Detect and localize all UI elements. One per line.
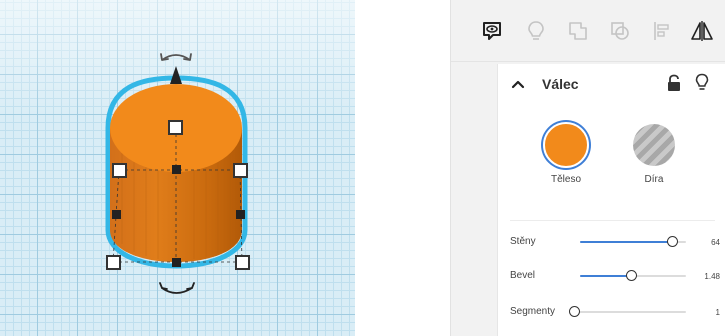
slider-track	[574, 311, 686, 313]
chevron-up-icon[interactable]	[510, 76, 526, 92]
walls-label: Stěny	[510, 236, 536, 247]
side-handle-right[interactable]	[236, 210, 245, 219]
slider-fill	[580, 275, 631, 277]
solid-color-swatch[interactable]	[543, 122, 589, 168]
walls-slider[interactable]	[580, 235, 686, 249]
ungroup-icon[interactable]	[607, 18, 633, 44]
bevel-value[interactable]: 1.48	[698, 272, 720, 281]
toolbar	[451, 0, 725, 62]
scale-handle-bottom-right[interactable]	[235, 255, 250, 270]
height-handle-center[interactable]	[172, 165, 181, 174]
gutter	[355, 0, 450, 336]
bevel-slider[interactable]	[580, 269, 686, 283]
align-icon[interactable]	[649, 18, 675, 44]
bottom-handle-center[interactable]	[172, 258, 181, 267]
walls-value[interactable]: 64	[698, 238, 720, 247]
scale-handle-bottom-left[interactable]	[106, 255, 121, 270]
segments-slider[interactable]	[569, 305, 686, 319]
bevel-label: Bevel	[510, 270, 536, 281]
lightbulb-icon[interactable]	[523, 18, 549, 44]
hole-label: Díra	[644, 174, 664, 185]
rotate-top-handle[interactable]	[160, 53, 192, 61]
rotate-bottom-handle[interactable]	[159, 282, 195, 294]
slider-fill	[580, 241, 673, 243]
note-eye-icon[interactable]	[479, 18, 505, 44]
side-panel: Válec Těleso Díra Stěny 64 Bevel 1.48 Se…	[450, 0, 725, 336]
lock-icon[interactable]	[666, 74, 682, 92]
mirror-icon[interactable]	[689, 18, 715, 44]
segments-value[interactable]: 1	[698, 308, 720, 317]
hole-swatch[interactable]	[633, 124, 675, 166]
slider-knob[interactable]	[569, 306, 580, 317]
scale-handle-right[interactable]	[233, 163, 248, 178]
slider-knob[interactable]	[667, 236, 679, 247]
inspector-header: Válec	[498, 64, 725, 106]
solid-label: Těleso	[550, 174, 581, 185]
slider-knob[interactable]	[625, 270, 637, 281]
scene[interactable]	[0, 0, 355, 336]
lift-cone-handle[interactable]	[170, 66, 182, 84]
shape-inspector: Válec Těleso Díra Stěny 64 Bevel 1.48 Se…	[497, 64, 725, 336]
side-handle-left[interactable]	[112, 210, 121, 219]
divider	[510, 220, 715, 221]
scale-handle-top[interactable]	[168, 120, 183, 135]
segments-label: Segmenty	[510, 306, 556, 317]
lightbulb-icon[interactable]	[694, 73, 710, 93]
group-icon[interactable]	[565, 18, 591, 44]
scale-handle-left[interactable]	[112, 163, 127, 178]
shape-title: Válec	[542, 76, 579, 92]
